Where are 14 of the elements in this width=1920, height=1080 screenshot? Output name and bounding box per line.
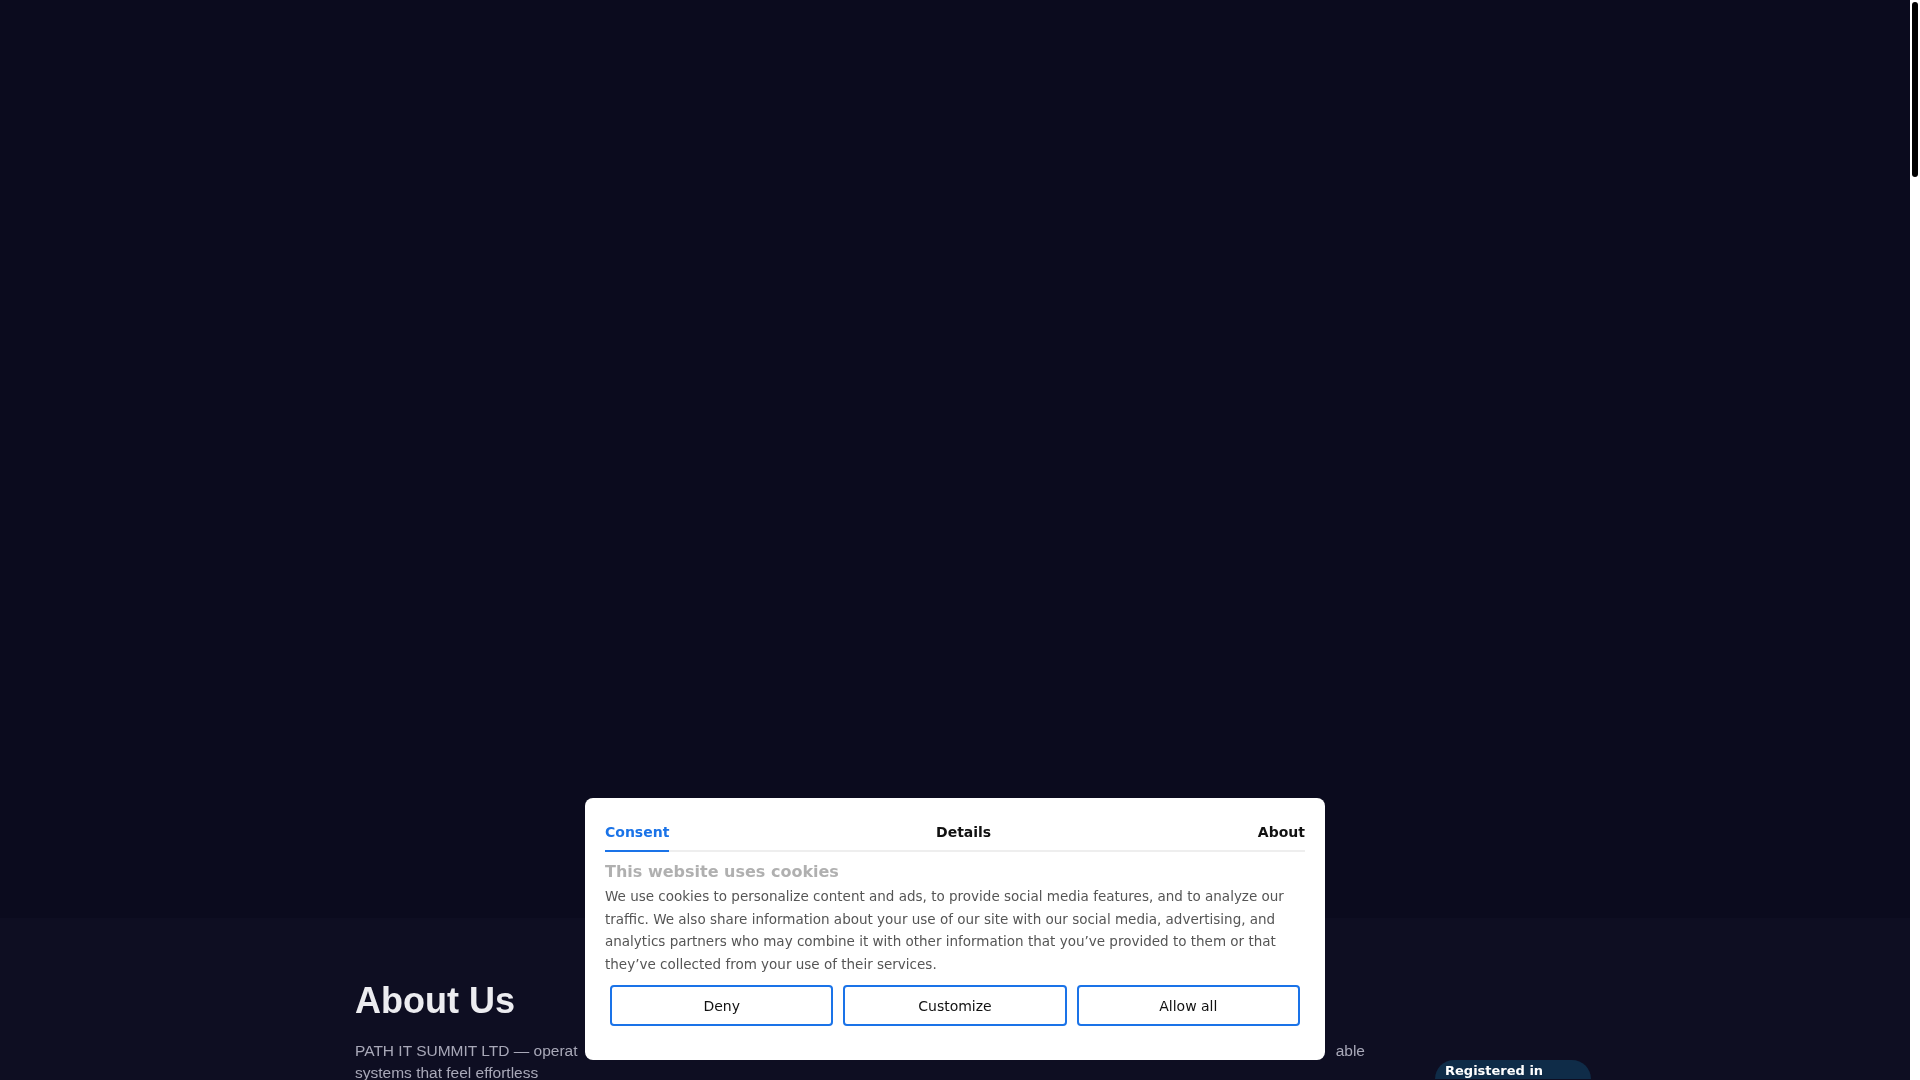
consent-button[interactable]: Allow all — [1076, 985, 1300, 1026]
dialog-text: We use cookies to personalize content and ads, to provide social media features, and to analyze our traffic. We also share information about your use of our site with our social media, advertising, and analytics partners who may combine it with other information that you’ve provided to them or that they’ve collected from your use of their services. — [605, 887, 1285, 974]
section-title: About Us — [355, 980, 515, 1022]
dialog-tab[interactable]: About — [1257, 816, 1305, 852]
info-badge: Registered in — [1435, 1060, 1592, 1079]
paragraph-text: able — [1335, 1041, 1365, 1061]
scrollbar[interactable] — [1910, 0, 1920, 1080]
paragraph-text: PATH IT SUMMIT LTD — operat — [355, 1041, 578, 1061]
dialog-tab[interactable]: Details — [936, 816, 992, 852]
consent-button[interactable]: Customize — [843, 985, 1067, 1026]
scrollbar-thumb[interactable] — [1912, 2, 1918, 177]
dialog-tab[interactable]: Consent — [605, 816, 670, 852]
consent-button[interactable]: Deny — [610, 985, 834, 1026]
dialog-heading: This website uses cookies — [605, 862, 840, 881]
